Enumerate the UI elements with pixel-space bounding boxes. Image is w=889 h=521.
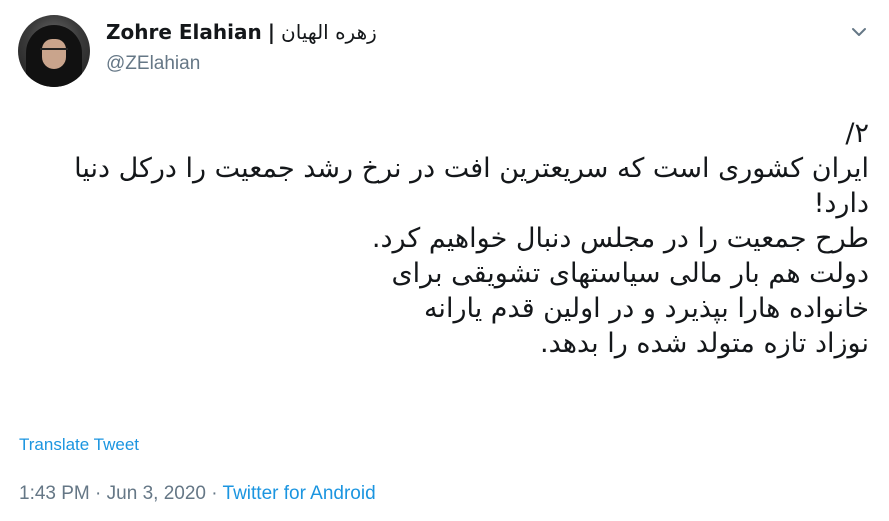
tweet-line: دارد! [813,188,869,219]
author-name-separator: | [267,20,276,44]
tweet-text: ۲/ ایران کشوری است که سریعترین افت در نر… [29,116,869,361]
avatar[interactable] [18,15,90,87]
tweet-line: خانواده هارا بپذیرد و در اولین قدم یاران… [423,293,869,324]
author-name-row[interactable]: Zohre Elahian | زهره الهیان [106,20,377,44]
meta-separator: · [205,483,223,504]
meta-separator: · [89,483,107,504]
tweet-line: دولت هم بار مالی سیاستهای تشویقی برای [391,258,869,289]
chevron-down-icon[interactable] [849,22,869,42]
tweet-line: ۲/ [845,118,869,149]
author-handle[interactable]: @ZElahian [106,53,200,75]
avatar-glasses [40,48,68,56]
author-display-name[interactable]: Zohre Elahian [106,20,262,44]
tweet-line: ایران کشوری است که سریعترین افت در نرخ ر… [74,153,869,184]
translate-tweet-link[interactable]: Translate Tweet [19,435,139,455]
tweet-source-link[interactable]: Twitter for Android [223,483,376,504]
tweet-time[interactable]: 1:43 PM [19,483,90,504]
tweet-date[interactable]: Jun 3, 2020 [107,483,206,504]
tweet-meta: 1:43 PM · Jun 3, 2020 · Twitter for Andr… [19,483,376,505]
author-display-name-fa[interactable]: زهره الهیان [281,20,377,44]
tweet-line: نوزاد تازه متولد شده را بدهد. [540,328,869,359]
tweet-line: طرح جمعیت را در مجلس دنبال خواهیم کرد. [371,223,869,254]
